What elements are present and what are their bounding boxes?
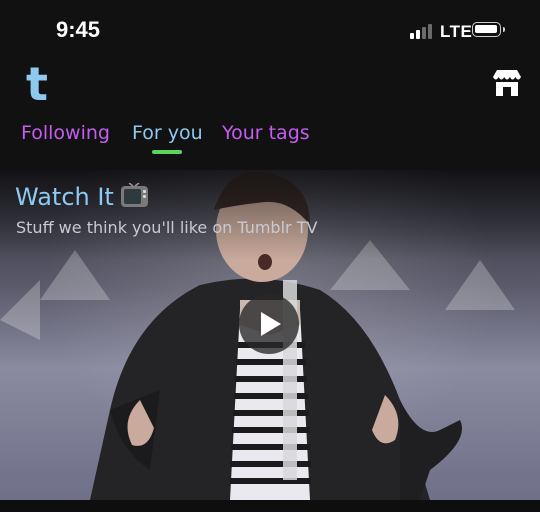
card-title: Watch It xyxy=(15,182,149,212)
battery-icon xyxy=(472,22,505,37)
card-title-text: Watch It xyxy=(15,183,114,211)
storefront-icon[interactable] xyxy=(490,66,524,100)
tab-following[interactable]: Following xyxy=(21,118,110,148)
play-icon xyxy=(261,312,281,336)
tumblr-logo[interactable]: t xyxy=(26,58,48,110)
status-time: 9:45 xyxy=(56,17,101,42)
tab-for-you[interactable]: For you xyxy=(132,118,203,148)
card-subtitle: Stuff we think you'll like on Tumblr TV xyxy=(16,218,318,237)
tumblr-tv-video-card[interactable]: Watch It Stuff we think you'll like on T… xyxy=(0,170,540,500)
feed-tabs: Following For you Your tags xyxy=(0,118,540,162)
cellular-signal-icon xyxy=(410,23,436,39)
app-screen: 9:45 LTE t Following For you Your tags W… xyxy=(0,0,540,512)
status-bar: 9:45 LTE xyxy=(0,0,540,60)
active-tab-indicator xyxy=(152,150,182,154)
bottom-edge-bar xyxy=(0,500,540,512)
play-button[interactable] xyxy=(239,294,299,354)
tv-icon xyxy=(120,183,148,207)
tab-your-tags[interactable]: Your tags xyxy=(222,118,310,148)
network-type: LTE xyxy=(440,22,473,41)
